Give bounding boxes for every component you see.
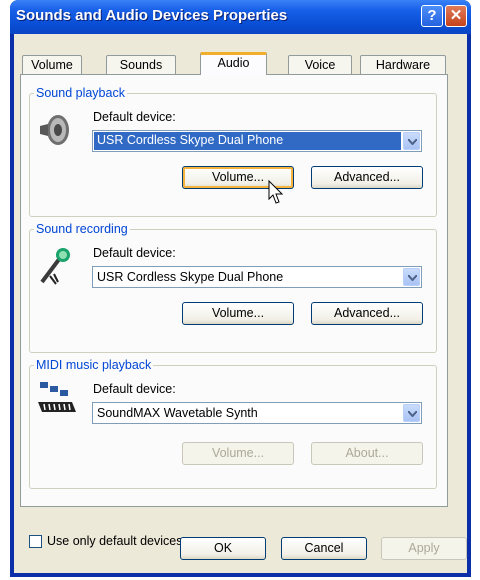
help-button[interactable]: ? [421, 5, 443, 27]
sound-recording-legend: Sound recording [34, 222, 130, 236]
cancel-button[interactable]: Cancel [281, 537, 367, 560]
recording-device-value: USR Cordless Skype Dual Phone [97, 270, 284, 284]
playback-device-select[interactable]: USR Cordless Skype Dual Phone [92, 130, 422, 152]
midi-keyboard-icon [38, 382, 76, 412]
speaker-icon [40, 115, 69, 145]
midi-volume-button[interactable]: Volume... [182, 442, 294, 465]
recording-advanced-button[interactable]: Advanced... [311, 302, 423, 325]
sound-playback-group: Sound playback Default device: USR Cordl… [29, 86, 437, 217]
sound-recording-group: Sound recording Default device: USR Cord… [29, 222, 437, 353]
use-default-devices-label: Use only default devices [47, 534, 183, 548]
recording-default-device-label: Default device: [93, 246, 176, 260]
title-bar[interactable]: Sounds and Audio Devices Properties ? ✕ [10, 0, 471, 34]
tab-sounds[interactable]: Sounds [106, 55, 176, 74]
playback-device-value: USR Cordless Skype Dual Phone [94, 132, 401, 150]
tab-volume[interactable]: Volume [22, 55, 82, 74]
ok-button[interactable]: OK [180, 537, 266, 560]
recording-device-select[interactable]: USR Cordless Skype Dual Phone [92, 266, 422, 288]
microphone-icon [40, 248, 70, 285]
window-title: Sounds and Audio Devices Properties [16, 7, 288, 24]
use-default-devices-checkbox[interactable] [29, 535, 42, 548]
audio-tab-panel: Sound playback Default device: USR Cordl… [20, 74, 448, 548]
playback-default-device-label: Default device: [93, 110, 176, 124]
midi-device-select[interactable]: SoundMAX Wavetable Synth [92, 402, 422, 424]
tab-strip: Volume Sounds Audio Voice Hardware [22, 52, 452, 75]
midi-device-value: SoundMAX Wavetable Synth [97, 406, 258, 420]
dropdown-arrow-icon[interactable] [403, 132, 420, 150]
recording-volume-button[interactable]: Volume... [182, 302, 294, 325]
tab-voice[interactable]: Voice [288, 55, 352, 74]
midi-playback-legend: MIDI music playback [34, 358, 154, 372]
dropdown-arrow-icon[interactable] [403, 404, 420, 422]
dialog-client: Volume Sounds Audio Voice Hardware Sound… [14, 34, 467, 573]
tab-hardware[interactable]: Hardware [360, 55, 446, 74]
mouse-cursor-icon [268, 180, 284, 204]
sound-playback-legend: Sound playback [34, 86, 127, 100]
tab-audio[interactable]: Audio [200, 52, 267, 75]
apply-button[interactable]: Apply [381, 537, 467, 560]
dropdown-arrow-icon[interactable] [403, 268, 420, 286]
midi-about-button[interactable]: About... [311, 442, 423, 465]
midi-playback-group: MIDI music playback Default device: Soun… [29, 358, 437, 489]
dialog-window: Sounds and Audio Devices Properties ? ✕ … [10, 0, 471, 577]
playback-advanced-button[interactable]: Advanced... [311, 166, 423, 189]
midi-default-device-label: Default device: [93, 382, 176, 396]
close-button[interactable]: ✕ [445, 5, 467, 27]
